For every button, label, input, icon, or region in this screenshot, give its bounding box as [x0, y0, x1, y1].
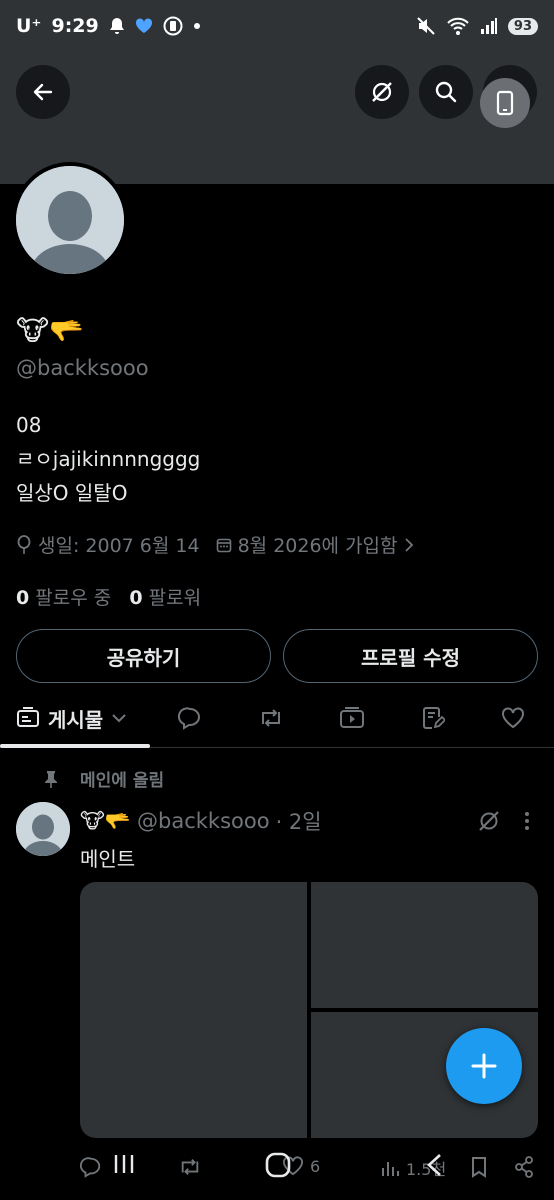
share-action[interactable]: [514, 1156, 534, 1178]
tab-replies[interactable]: [178, 690, 202, 746]
arrow-left-icon: [33, 83, 53, 101]
chevron-right-icon: [404, 537, 413, 552]
search-icon: [435, 81, 457, 103]
mute-icon: [417, 17, 435, 35]
followers-link[interactable]: 0 팔로워: [129, 587, 201, 609]
video-icon: [340, 707, 364, 728]
follow-stats: 0 팔로우 중 0 팔로워: [16, 583, 201, 610]
status-bar: U⁺ 9:29 93: [0, 0, 554, 52]
default-avatar-icon: [16, 802, 70, 856]
profile-meta: 생일: 2007 6월 14 8월 2026에 가입함: [16, 531, 414, 558]
following-count: 0: [16, 587, 30, 609]
repost-action[interactable]: [178, 1156, 202, 1178]
tab-posts[interactable]: 게시물: [16, 690, 127, 746]
posts-tab-icon: [17, 707, 39, 727]
heart-icon: [502, 707, 524, 729]
signal-icon: [480, 18, 497, 34]
floating-device-button[interactable]: [480, 78, 530, 128]
followers-label: 팔로워: [148, 587, 202, 609]
like-count: 6: [310, 1156, 321, 1176]
grok-button[interactable]: [355, 65, 409, 119]
pin-icon: [45, 770, 57, 788]
repost-icon: [181, 1159, 199, 1175]
profile-bio: 08 ㄹㅇjajikinnnngggg 일상O 일탈O: [16, 408, 200, 510]
bio-line: ㄹㅇjajikinnnngggg: [16, 447, 201, 471]
following-link[interactable]: 0 팔로우 중: [16, 587, 111, 609]
heart-status-icon: [135, 18, 152, 33]
profile-name: 🐮🫳: [16, 314, 85, 347]
profile-handle: @backksooo: [16, 356, 149, 380]
reply-action[interactable]: [80, 1156, 102, 1178]
balloon-icon: [17, 534, 31, 554]
post-author-name[interactable]: 🐮🫳: [80, 809, 131, 834]
pinned-indicator: 메인에 올림: [44, 766, 164, 791]
pinned-label: 메인에 올림: [80, 771, 165, 791]
battery-level: 93: [507, 17, 538, 35]
recent-apps-icon[interactable]: [112, 1152, 136, 1176]
profile-avatar[interactable]: [12, 162, 128, 278]
followers-count: 0: [129, 587, 143, 609]
bookmark-action[interactable]: [470, 1156, 488, 1178]
active-tab-indicator: [0, 744, 150, 748]
default-avatar-icon: [16, 166, 124, 274]
app-status-icon: [163, 16, 183, 36]
post-header: 🐮🫳 @backksooo · 2일: [80, 806, 322, 836]
grok-icon: [372, 82, 392, 102]
profile-tabs: 게시물: [0, 690, 554, 748]
carrier-label: U⁺: [16, 15, 42, 37]
dot-icon: [193, 23, 200, 29]
post-time: · 2일: [275, 810, 322, 834]
repost-icon: [262, 709, 280, 727]
post-text: 메인트: [80, 847, 136, 871]
grok-icon[interactable]: [477, 809, 501, 833]
tab-posts-label: 게시물: [48, 707, 104, 732]
tab-media[interactable]: [339, 690, 365, 746]
calendar-icon: [216, 538, 231, 552]
phone-icon: [496, 90, 514, 116]
reply-icon: [80, 1157, 101, 1178]
joined-text[interactable]: 8월 2026에 가입함: [238, 531, 398, 558]
home-icon[interactable]: [264, 1152, 292, 1178]
tab-likes[interactable]: [501, 690, 525, 746]
chevron-down-icon: [112, 714, 126, 723]
back-button[interactable]: [16, 65, 70, 119]
tab-articles[interactable]: [421, 690, 445, 746]
media-image[interactable]: [80, 882, 307, 1138]
post-author-handle[interactable]: @backksooo: [137, 809, 270, 833]
media-image[interactable]: [311, 882, 538, 1008]
wifi-icon: [447, 17, 469, 35]
bio-line: 08: [16, 413, 42, 437]
bio-line: 일상O 일탈O: [16, 481, 128, 505]
bell-icon: [109, 18, 124, 34]
tab-reposts[interactable]: [258, 690, 284, 746]
views-icon: [382, 1162, 399, 1176]
share-icon: [515, 1156, 533, 1178]
post-author-avatar[interactable]: [16, 802, 70, 856]
share-button[interactable]: 공유하기: [16, 629, 271, 683]
edit-profile-button[interactable]: 프로필 수정: [283, 629, 538, 683]
birthday-text: 생일: 2007 6월 14: [38, 535, 200, 557]
clock: 9:29: [51, 15, 99, 37]
plus-icon: [471, 1053, 497, 1079]
article-icon: [423, 707, 445, 729]
search-button[interactable]: [419, 65, 473, 119]
following-label: 팔로우 중: [35, 587, 112, 609]
reply-icon: [178, 707, 200, 730]
nav-back-icon[interactable]: [424, 1152, 444, 1178]
compose-button[interactable]: [446, 1028, 522, 1104]
more-vertical-icon[interactable]: [522, 810, 532, 832]
bookmark-icon: [472, 1157, 486, 1178]
